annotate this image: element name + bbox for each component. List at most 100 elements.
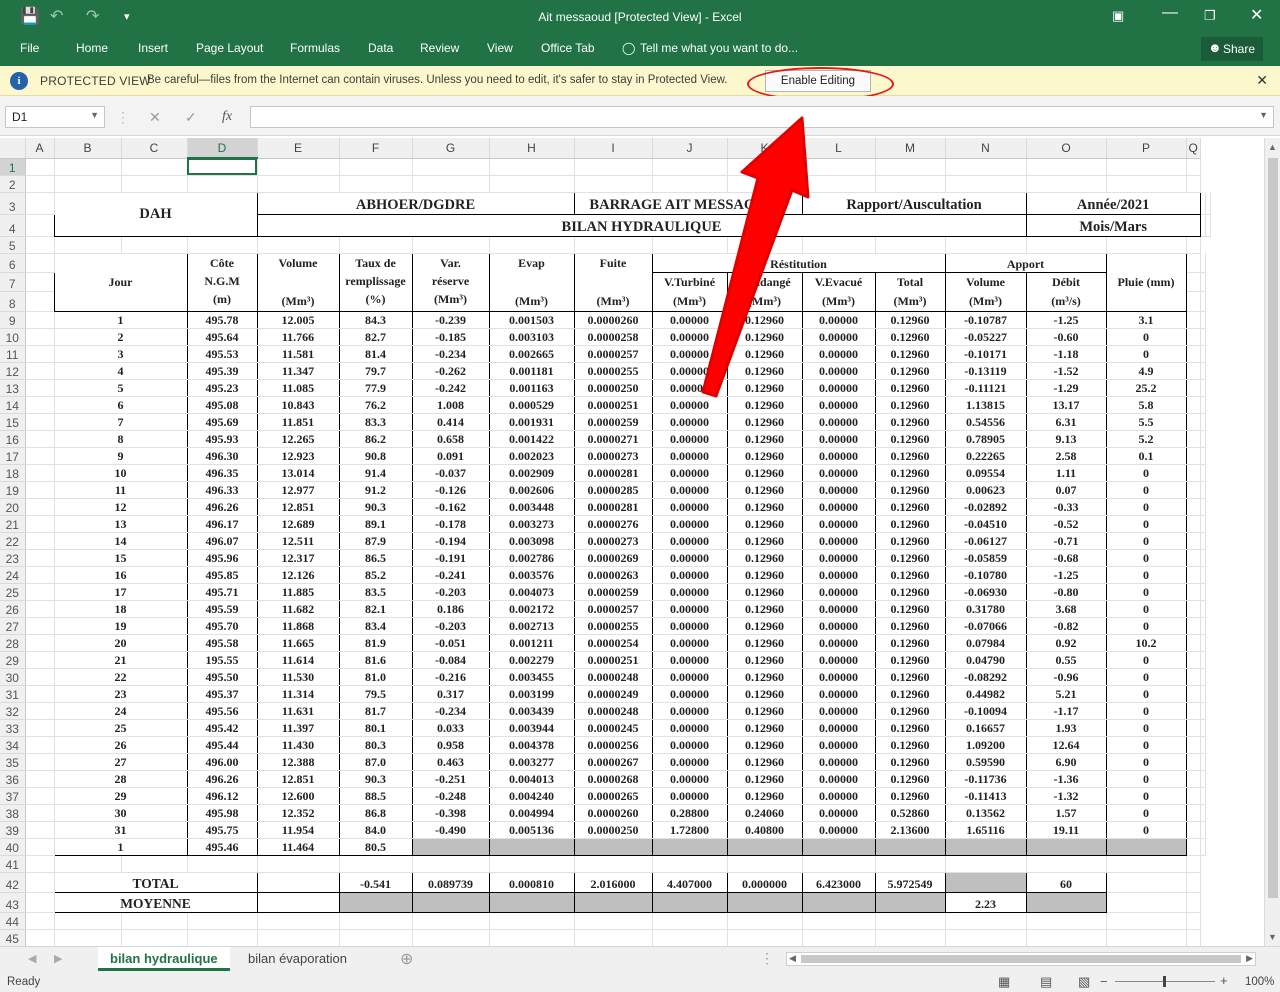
cell-apport[interactable]: 0.04790 — [944, 651, 1027, 669]
cell-vol[interactable]: 10.843 — [256, 396, 340, 414]
row-header[interactable]: 20 — [0, 498, 26, 516]
cell[interactable] — [875, 236, 946, 254]
cell-taux[interactable]: 79.5 — [338, 685, 413, 703]
cell-apport[interactable]: -0.02892 — [944, 498, 1027, 516]
header-total[interactable]: Total (Mm³) — [874, 271, 946, 312]
cell-fuite[interactable]: 0.0000281 — [573, 464, 653, 482]
header-org[interactable]: DAH — [53, 191, 258, 237]
cell[interactable] — [25, 291, 55, 312]
cell[interactable] — [25, 821, 55, 839]
cell[interactable] — [1205, 214, 1211, 237]
cell[interactable] — [25, 498, 55, 516]
tab-formulas[interactable]: Formulas — [290, 41, 340, 55]
cell[interactable] — [1186, 515, 1201, 533]
cell[interactable] — [54, 855, 122, 873]
cell-cote[interactable]: 495.93 — [186, 430, 258, 448]
cell-jour[interactable]: 4 — [53, 362, 188, 380]
cell[interactable] — [1200, 753, 1206, 771]
cell-evac[interactable]: 0.00000 — [801, 736, 876, 754]
cell-turb[interactable]: 0.00000 — [651, 702, 728, 720]
cell-var[interactable]: -0.203 — [411, 583, 490, 601]
cell[interactable] — [25, 481, 55, 499]
row-header[interactable]: 41 — [0, 855, 26, 873]
cell-row40[interactable]: 11.464 — [256, 837, 340, 856]
cell-tot[interactable]: 0.12960 — [874, 498, 946, 516]
total-apport[interactable]: 5.972549 — [874, 871, 946, 893]
header-fuite[interactable]: Fuite (Mm³) — [573, 252, 653, 312]
cell[interactable] — [1186, 838, 1201, 856]
cell-jour[interactable]: 31 — [53, 821, 188, 839]
tab-scroll-right-icon[interactable]: ▶ — [54, 952, 62, 965]
cell-pluie[interactable]: 0 — [1105, 600, 1187, 618]
row-header[interactable]: 3 — [0, 192, 26, 215]
cell-tot[interactable]: 0.12960 — [874, 379, 946, 397]
cell-jour[interactable]: 13 — [53, 515, 188, 533]
cell-evac[interactable]: 0.00000 — [801, 617, 876, 635]
cell-vol[interactable]: 12.511 — [256, 532, 340, 550]
normal-view-icon[interactable]: ▦ — [998, 974, 1010, 990]
cell-taux[interactable]: 87.9 — [338, 532, 413, 550]
cell[interactable] — [1186, 481, 1201, 499]
cell-tot[interactable]: 0.12960 — [874, 481, 946, 499]
ribbon-options-icon[interactable]: ▣ — [1112, 8, 1124, 24]
cell-turb[interactable]: 0.00000 — [651, 583, 728, 601]
cell[interactable] — [339, 929, 413, 946]
cell[interactable] — [54, 175, 122, 193]
cell[interactable] — [1106, 892, 1187, 913]
cell-taux[interactable]: 87.0 — [338, 753, 413, 771]
cell-jour[interactable]: 29 — [53, 787, 188, 805]
cell-evap[interactable]: 0.002023 — [488, 447, 575, 465]
cell-evac[interactable]: 0.00000 — [801, 634, 876, 652]
cell-cote[interactable]: 495.96 — [186, 549, 258, 567]
cell-tot[interactable]: 0.12960 — [874, 362, 946, 380]
cell-evac[interactable]: 0.00000 — [801, 311, 876, 329]
cell[interactable] — [25, 532, 55, 550]
cell-taux[interactable]: 82.7 — [338, 328, 413, 346]
cell[interactable] — [1200, 685, 1206, 703]
cell-jour[interactable]: 8 — [53, 430, 188, 448]
row-header[interactable]: 5 — [0, 236, 26, 254]
cell-fuite[interactable]: 0.0000251 — [573, 651, 653, 669]
cell-fuite[interactable]: 0.0000255 — [573, 617, 653, 635]
cell-turb[interactable]: 0.00000 — [651, 430, 728, 448]
cell-var[interactable]: 0.658 — [411, 430, 490, 448]
cell-debit[interactable]: -0.71 — [1025, 532, 1107, 550]
cell-pluie[interactable]: 0 — [1105, 804, 1187, 822]
cell-var[interactable]: -0.234 — [411, 345, 490, 363]
cell-vol[interactable]: 11.631 — [256, 702, 340, 720]
cell-vid[interactable]: 0.12960 — [726, 736, 803, 754]
cell-evac[interactable]: 0.00000 — [801, 430, 876, 448]
cell[interactable] — [489, 855, 575, 873]
cell[interactable] — [1200, 328, 1206, 346]
cell-tot[interactable]: 0.12960 — [874, 787, 946, 805]
cell-pluie[interactable]: 0 — [1105, 651, 1187, 669]
cell-tot[interactable]: 0.12960 — [874, 719, 946, 737]
cell-vid[interactable]: 0.12960 — [726, 481, 803, 499]
cell-vol[interactable]: 12.851 — [256, 770, 340, 788]
cell-evap[interactable]: 0.001211 — [488, 634, 575, 652]
cell-row40[interactable]: 495.46 — [186, 837, 258, 856]
cell-cote[interactable]: 496.00 — [186, 753, 258, 771]
cell-cote[interactable]: 496.26 — [186, 498, 258, 516]
cell[interactable] — [1186, 379, 1201, 397]
cell[interactable] — [727, 158, 803, 176]
cell-gray[interactable] — [1105, 837, 1187, 856]
cell[interactable] — [25, 515, 55, 533]
cell[interactable] — [574, 175, 653, 193]
cell-var[interactable]: -0.178 — [411, 515, 490, 533]
cell-gray[interactable] — [651, 837, 728, 856]
cell-var[interactable]: 0.091 — [411, 447, 490, 465]
row-header[interactable]: 32 — [0, 702, 26, 720]
row-header[interactable]: 18 — [0, 464, 26, 482]
cell-tot[interactable]: 2.13600 — [874, 821, 946, 839]
cell-pluie[interactable]: 0 — [1105, 515, 1187, 533]
cell-taux[interactable]: 83.5 — [338, 583, 413, 601]
cell[interactable] — [25, 175, 55, 193]
cell-gray[interactable] — [573, 837, 653, 856]
cell[interactable] — [339, 236, 413, 254]
cell[interactable] — [121, 855, 188, 873]
cell-pluie[interactable]: 0 — [1105, 668, 1187, 686]
cell-tot[interactable]: 0.52860 — [874, 804, 946, 822]
tab-data[interactable]: Data — [368, 41, 393, 55]
cell-fuite[interactable]: 0.0000259 — [573, 583, 653, 601]
